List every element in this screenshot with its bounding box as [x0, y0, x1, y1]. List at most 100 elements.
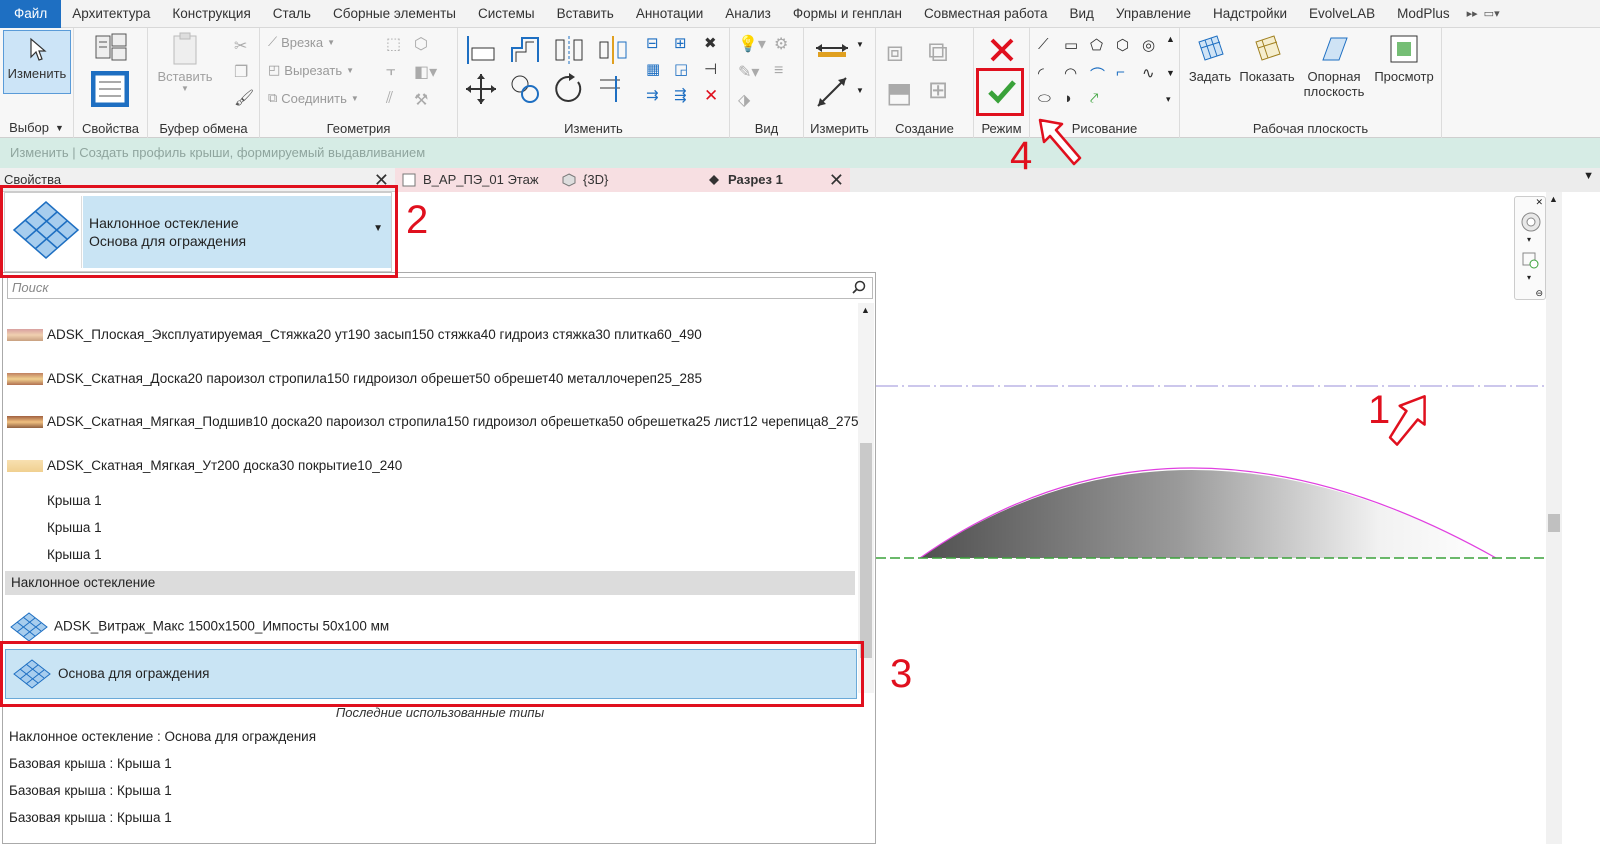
wall-joins-icon[interactable]: ⬚ — [386, 34, 401, 54]
menu-tab-steel[interactable]: Сталь — [262, 0, 322, 28]
list-item[interactable]: Крыша 1 — [47, 493, 102, 508]
dimension-dropdown-icon[interactable]: ▼ — [856, 86, 864, 95]
delete-icon[interactable]: ✕ — [704, 86, 718, 106]
trim-extend-icon[interactable] — [596, 72, 630, 106]
list-item[interactable]: ADSK_Скатная_Мягкая_Ут200 доска30 покрыт… — [7, 458, 402, 473]
arc-center-icon[interactable]: ◠ — [1064, 64, 1077, 82]
canvas-scroll-thumb[interactable] — [1548, 514, 1560, 532]
tabs-dropdown-icon[interactable]: ▼ — [1583, 170, 1594, 182]
dropdown-scrollbar[interactable]: ▲ — [858, 303, 874, 693]
cancel-edit-icon[interactable] — [988, 36, 1016, 64]
type-properties-icon[interactable] — [94, 32, 128, 64]
recent-item[interactable]: Наклонное остекление : Основа для огражд… — [9, 729, 316, 744]
split-face-icon[interactable]: ⬡ — [414, 34, 428, 54]
show-workplane-button[interactable]: Показать — [1236, 32, 1298, 112]
circumscribed-polygon-icon[interactable]: ⬡ — [1116, 36, 1129, 54]
linework-icon[interactable]: ✎▾ — [738, 62, 759, 82]
draw-scroll-down-icon[interactable]: ▼ — [1166, 68, 1175, 78]
list-item[interactable]: ADSK_Витраж_Макс 1500x1500_Импосты 50x10… — [7, 609, 389, 645]
recent-item[interactable]: Базовая крыша : Крыша 1 — [9, 783, 172, 798]
ref-plane-button[interactable]: Опорная плоскость — [1300, 32, 1368, 112]
split-element-icon[interactable]: ⊟ — [646, 34, 659, 52]
filter-icon[interactable]: ≡ — [774, 62, 783, 80]
navbar-options-icon[interactable]: ⊖ — [1535, 288, 1543, 299]
tab-view-3d[interactable]: {3D} — [555, 168, 700, 192]
rotate-icon[interactable] — [552, 72, 586, 106]
trim-single-icon[interactable]: ⇶ — [674, 86, 687, 104]
menu-tab-systems[interactable]: Системы — [467, 0, 546, 28]
ribbon-options[interactable]: ▸▸ ▭▾ — [1467, 7, 1500, 20]
menu-tab-collaborate[interactable]: Совместная работа — [913, 0, 1059, 28]
menu-tab-annotate[interactable]: Аннотации — [625, 0, 714, 28]
line-icon[interactable]: ⟋ — [1038, 36, 1049, 53]
offset-icon[interactable] — [508, 34, 542, 66]
menu-tab-evolvelab[interactable]: EvolveLAB — [1298, 0, 1386, 28]
paste-button[interactable]: Вставить ▼ — [156, 32, 214, 102]
draw-scroll-up-icon[interactable]: ▲ — [1166, 34, 1175, 44]
menu-tab-manage[interactable]: Управление — [1105, 0, 1202, 28]
rectangle-icon[interactable]: ▭ — [1064, 36, 1078, 54]
wheel-dropdown-icon[interactable]: ▾ — [1527, 235, 1531, 244]
mirror-axis-icon[interactable] — [552, 34, 586, 66]
list-item[interactable]: Крыша 1 — [47, 520, 102, 535]
copy-element-icon[interactable] — [508, 72, 542, 106]
ribbon-toggle-icon[interactable]: ▭▾ — [1484, 7, 1500, 20]
close-tab-icon[interactable]: ✕ — [829, 168, 844, 192]
measure-dropdown-icon[interactable]: ▼ — [856, 40, 864, 49]
move-icon[interactable] — [464, 72, 498, 106]
beam-join-icon[interactable]: ⫟ — [386, 62, 396, 80]
copy-icon[interactable]: ❐ — [234, 62, 248, 82]
demolish-icon[interactable]: ⫽ — [386, 90, 393, 108]
steering-wheel-icon[interactable] — [1520, 211, 1542, 233]
hammer-icon[interactable]: ⚒ — [414, 90, 428, 110]
array-icon[interactable]: ▦ — [646, 60, 660, 78]
menu-tab-massing[interactable]: Формы и генплан — [782, 0, 913, 28]
create-parts-icon[interactable]: ⧈ — [886, 36, 904, 69]
menu-tab-insert[interactable]: Вставить — [546, 0, 625, 28]
menu-tab-architecture[interactable]: Архитектура — [61, 0, 161, 28]
scroll-up-icon[interactable]: ▲ — [861, 305, 870, 315]
set-workplane-button[interactable]: Задать — [1184, 32, 1236, 112]
menu-tab-structure[interactable]: Конструкция — [161, 0, 261, 28]
ellipse-icon[interactable]: ⬭ — [1038, 90, 1051, 107]
join-button[interactable]: ⧉ Соединить ▼ — [268, 90, 359, 106]
spline-icon[interactable]: ∿ — [1142, 64, 1155, 82]
circle-icon[interactable]: ◎ — [1142, 36, 1155, 54]
menu-tab-precast[interactable]: Сборные элементы — [322, 0, 467, 28]
properties-icon[interactable] — [90, 70, 130, 108]
drawing-canvas[interactable] — [876, 192, 1600, 844]
split-gap-icon[interactable]: ⊞ — [674, 34, 687, 52]
tab-view-floor[interactable]: В_АР_ПЭ_01 Этаж — [395, 168, 555, 192]
select-dropdown-icon[interactable]: ▼ — [55, 120, 64, 136]
arc-tangent-icon[interactable]: ⌒ — [1090, 64, 1105, 85]
scissors-icon[interactable]: ✂ — [234, 36, 247, 56]
paint-icon[interactable]: ◧▾ — [414, 62, 437, 82]
measure-distance-icon[interactable] — [814, 38, 850, 58]
partial-ellipse-icon[interactable]: ◗ — [1064, 90, 1073, 107]
cope-button[interactable]: ⟋ Врезка ▼ — [268, 34, 335, 50]
menu-tab-analyze[interactable]: Анализ — [714, 0, 782, 28]
bulb-icon[interactable]: 💡▾ — [738, 34, 766, 54]
modify-button[interactable]: Изменить — [3, 30, 71, 94]
zoom-region-icon[interactable] — [1521, 251, 1541, 271]
pin-icon[interactable]: ⊣ — [704, 60, 717, 78]
override-icon[interactable]: ⚙ — [774, 34, 788, 54]
cut-button[interactable]: ◰ Вырезать ▼ — [268, 62, 354, 78]
menu-tab-modplus[interactable]: ModPlus — [1386, 0, 1461, 28]
select-label[interactable]: Выбор — [9, 120, 49, 136]
draw-more-icon[interactable]: ▾ — [1166, 94, 1171, 105]
create-similar-icon[interactable]: ⊞ — [928, 76, 948, 105]
inscribed-polygon-icon[interactable]: ⬠ — [1090, 36, 1103, 54]
menu-tab-view[interactable]: Вид — [1058, 0, 1104, 28]
match-properties-icon[interactable]: 🖌 — [234, 88, 254, 108]
list-item[interactable]: ADSK_Скатная_Мягкая_Подшив10 доска20 пар… — [7, 414, 859, 429]
tab-view-section[interactable]: Разрез 1 ✕ — [700, 168, 850, 192]
recent-item[interactable]: Базовая крыша : Крыша 1 — [9, 810, 172, 825]
search-icon[interactable] — [852, 280, 866, 294]
scale-icon[interactable]: ◲ — [674, 60, 688, 78]
delete-pin-icon[interactable]: ✖ — [704, 34, 717, 52]
trim-multiple-icon[interactable]: ⇉ — [646, 86, 659, 104]
list-item[interactable]: Крыша 1 — [47, 547, 102, 562]
navbar-close-icon[interactable]: ✕ — [1535, 197, 1543, 208]
hide-icon[interactable]: ⬗ — [738, 90, 750, 110]
